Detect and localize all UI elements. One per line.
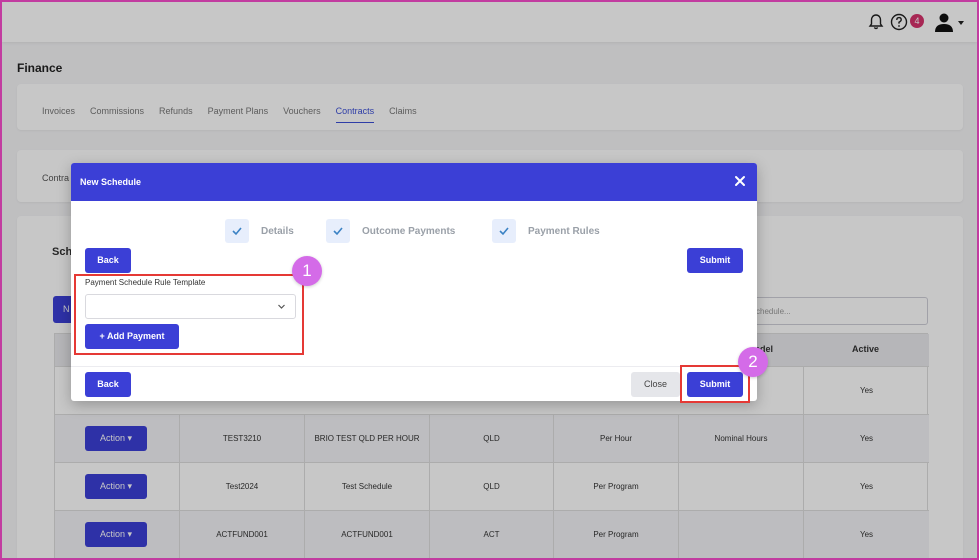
annotation-box-2 (680, 365, 750, 403)
step-label: Outcome Payments (362, 225, 456, 237)
check-icon (499, 227, 509, 236)
footer-back-button[interactable]: Back (85, 372, 131, 397)
annotation-marker-2: 2 (738, 347, 768, 377)
step-details[interactable]: Details (225, 219, 294, 243)
check-icon (333, 227, 343, 236)
check-icon (232, 227, 242, 236)
step-payment-rules[interactable]: Payment Rules (492, 219, 600, 243)
step-outcome-payments[interactable]: Outcome Payments (326, 219, 455, 243)
back-button[interactable]: Back (85, 248, 131, 273)
app-frame: 4 Finance Invoices Commissions Refunds P… (0, 0, 979, 560)
annotation-marker-1: 1 (292, 256, 322, 286)
step-label: Payment Rules (528, 225, 600, 237)
modal-title: New Schedule (80, 177, 142, 187)
step-label: Details (261, 225, 294, 237)
close-icon[interactable] (733, 174, 747, 188)
modal-header: New Schedule (71, 163, 757, 201)
submit-button[interactable]: Submit (687, 248, 743, 273)
footer-close-button[interactable]: Close (631, 372, 680, 397)
footer-divider (71, 366, 757, 367)
annotation-box-1 (74, 274, 304, 355)
